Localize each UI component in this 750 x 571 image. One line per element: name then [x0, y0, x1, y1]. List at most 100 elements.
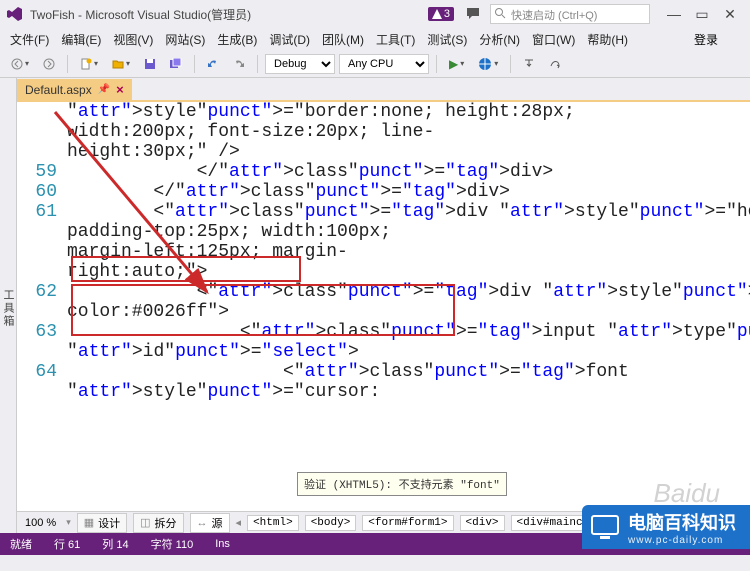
- code-text[interactable]: width:200px; font-size:20px; line-: [67, 122, 750, 142]
- code-text[interactable]: <"attr">class"punct">="tag">div "attr">s…: [67, 282, 750, 302]
- line-number: 60: [17, 182, 67, 202]
- code-text[interactable]: "attr">style"punct">="border:none; heigh…: [67, 102, 750, 122]
- platform-select[interactable]: Any CPU: [339, 54, 429, 74]
- line-number: [17, 382, 67, 402]
- code-text[interactable]: "attr">id"punct">="select">: [67, 342, 750, 362]
- maximize-button[interactable]: ▭: [688, 3, 716, 25]
- menu-analyze[interactable]: 分析(N): [473, 29, 526, 50]
- code-editor[interactable]: ↲ ↲ ↲ ↲ ↲ ↲ ↲ ↲ ▾ "attr">style"punct">="…: [17, 102, 750, 511]
- file-tab[interactable]: Default.aspx 📌 ×: [17, 79, 132, 100]
- notification-count: 3: [444, 8, 450, 20]
- breadcrumb[interactable]: <body>: [305, 515, 357, 531]
- tabstrip: Default.aspx 📌 ×: [17, 78, 750, 102]
- step-into-button[interactable]: [518, 53, 540, 75]
- forward-button[interactable]: [38, 53, 60, 75]
- code-line[interactable]: 60 </"attr">class"punct">="tag">div>: [17, 182, 750, 202]
- code-line[interactable]: width:200px; font-size:20px; line-: [17, 122, 750, 142]
- line-number: [17, 242, 67, 262]
- close-button[interactable]: ✕: [716, 3, 744, 25]
- code-text[interactable]: <"attr">class"punct">="tag">div "attr">s…: [67, 202, 750, 222]
- status-line: 行 61: [54, 536, 80, 552]
- menu-help[interactable]: 帮助(H): [581, 29, 634, 50]
- code-line[interactable]: "attr">id"punct">="select">: [17, 342, 750, 362]
- start-debug-button[interactable]: ▶: [444, 53, 469, 75]
- code-text[interactable]: margin-left:125px; margin-: [67, 242, 750, 262]
- line-number: 61: [17, 202, 67, 222]
- menu-window[interactable]: 窗口(W): [526, 29, 581, 50]
- menu-view[interactable]: 视图(V): [107, 29, 159, 50]
- line-number: [17, 122, 67, 142]
- view-split-tab[interactable]: ◫拆分: [133, 513, 183, 533]
- status-col: 列 14: [102, 536, 128, 552]
- code-text[interactable]: "attr">style"punct">="cursor:: [67, 382, 750, 402]
- status-ins: Ins: [215, 538, 230, 550]
- menu-debug[interactable]: 调试(D): [263, 29, 316, 50]
- code-line[interactable]: 64 <"attr">class"punct">="tag">font: [17, 362, 750, 382]
- back-button[interactable]: [6, 53, 34, 75]
- line-number: 62: [17, 282, 67, 302]
- vs-logo-icon: [6, 5, 24, 23]
- breadcrumb[interactable]: <html>: [247, 515, 299, 531]
- code-line[interactable]: 59 </"attr">class"punct">="tag">div>: [17, 162, 750, 182]
- code-line[interactable]: "attr">style"punct">="cursor:: [17, 382, 750, 402]
- code-line[interactable]: right:auto;">: [17, 262, 750, 282]
- notification-badge[interactable]: 3: [428, 7, 454, 21]
- save-button[interactable]: [139, 53, 161, 75]
- line-number: [17, 262, 67, 282]
- menu-edit[interactable]: 编辑(E): [55, 29, 107, 50]
- file-tab-label: Default.aspx: [25, 83, 92, 97]
- code-line[interactable]: margin-left:125px; margin-: [17, 242, 750, 262]
- line-number: [17, 342, 67, 362]
- brand-icon: [590, 512, 620, 542]
- main-area: 工具箱 Default.aspx 📌 × ↲ ↲ ↲ ↲ ↲ ↲: [0, 78, 750, 533]
- open-file-button[interactable]: [107, 53, 135, 75]
- code-text[interactable]: </"attr">class"punct">="tag">div>: [67, 182, 750, 202]
- feedback-icon[interactable]: [464, 5, 482, 23]
- menu-website[interactable]: 网站(S): [159, 29, 211, 50]
- close-tab-icon[interactable]: ×: [116, 82, 124, 97]
- redo-button[interactable]: [228, 53, 250, 75]
- line-number: 59: [17, 162, 67, 182]
- menu-team[interactable]: 团队(M): [316, 29, 370, 50]
- breadcrumb[interactable]: <form#form1>: [362, 515, 453, 531]
- minimize-button[interactable]: —: [660, 3, 688, 25]
- code-line[interactable]: padding-top:25px; width:100px;: [17, 222, 750, 242]
- sign-in-link[interactable]: 登录: [694, 31, 746, 48]
- menubar: 文件(F) 编辑(E) 视图(V) 网站(S) 生成(B) 调试(D) 团队(M…: [0, 28, 750, 50]
- code-line[interactable]: color:#0026ff">: [17, 302, 750, 322]
- breadcrumb[interactable]: <div>: [460, 515, 505, 531]
- code-text[interactable]: <"attr">class"punct">="tag">input "attr"…: [67, 322, 750, 342]
- code-line[interactable]: 62 <"attr">class"punct">="tag">div "attr…: [17, 282, 750, 302]
- config-select[interactable]: Debug: [265, 54, 335, 74]
- quick-launch-input[interactable]: 快速启动 (Ctrl+Q): [490, 4, 650, 24]
- browser-select-button[interactable]: [473, 53, 503, 75]
- step-over-button[interactable]: [544, 53, 566, 75]
- validation-tooltip: 验证 (XHTML5): 不支持元素 "font": [297, 472, 507, 496]
- zoom-level[interactable]: 100 %: [21, 517, 60, 529]
- menu-test[interactable]: 测试(S): [421, 29, 473, 50]
- code-line[interactable]: "attr">style"punct">="border:none; heigh…: [17, 102, 750, 122]
- line-number: [17, 222, 67, 242]
- menu-build[interactable]: 生成(B): [211, 29, 263, 50]
- code-text[interactable]: height:30px;" />: [67, 142, 750, 162]
- window-title: TwoFish - Microsoft Visual Studio(管理员): [30, 6, 251, 23]
- menu-file[interactable]: 文件(F): [4, 29, 55, 50]
- code-text[interactable]: <"attr">class"punct">="tag">font: [67, 362, 750, 382]
- code-line[interactable]: height:30px;" />: [17, 142, 750, 162]
- view-source-tab[interactable]: ↔源: [190, 513, 230, 533]
- new-file-button[interactable]: [75, 53, 103, 75]
- view-design-tab[interactable]: ▦设计: [77, 513, 127, 533]
- code-text[interactable]: right:auto;">: [67, 262, 750, 282]
- code-text[interactable]: </"attr">class"punct">="tag">div>: [67, 162, 750, 182]
- undo-button[interactable]: [202, 53, 224, 75]
- pin-icon[interactable]: 📌: [98, 84, 110, 95]
- code-line[interactable]: 63 <"attr">class"punct">="tag">input "at…: [17, 322, 750, 342]
- line-number: 64: [17, 362, 67, 382]
- save-all-button[interactable]: [165, 53, 187, 75]
- menu-tools[interactable]: 工具(T): [370, 29, 421, 50]
- code-text[interactable]: color:#0026ff">: [67, 302, 750, 322]
- toolbox-rail[interactable]: 工具箱: [0, 78, 17, 533]
- line-number: 63: [17, 322, 67, 342]
- code-text[interactable]: padding-top:25px; width:100px;: [67, 222, 750, 242]
- code-line[interactable]: 61 <"attr">class"punct">="tag">div "attr…: [17, 202, 750, 222]
